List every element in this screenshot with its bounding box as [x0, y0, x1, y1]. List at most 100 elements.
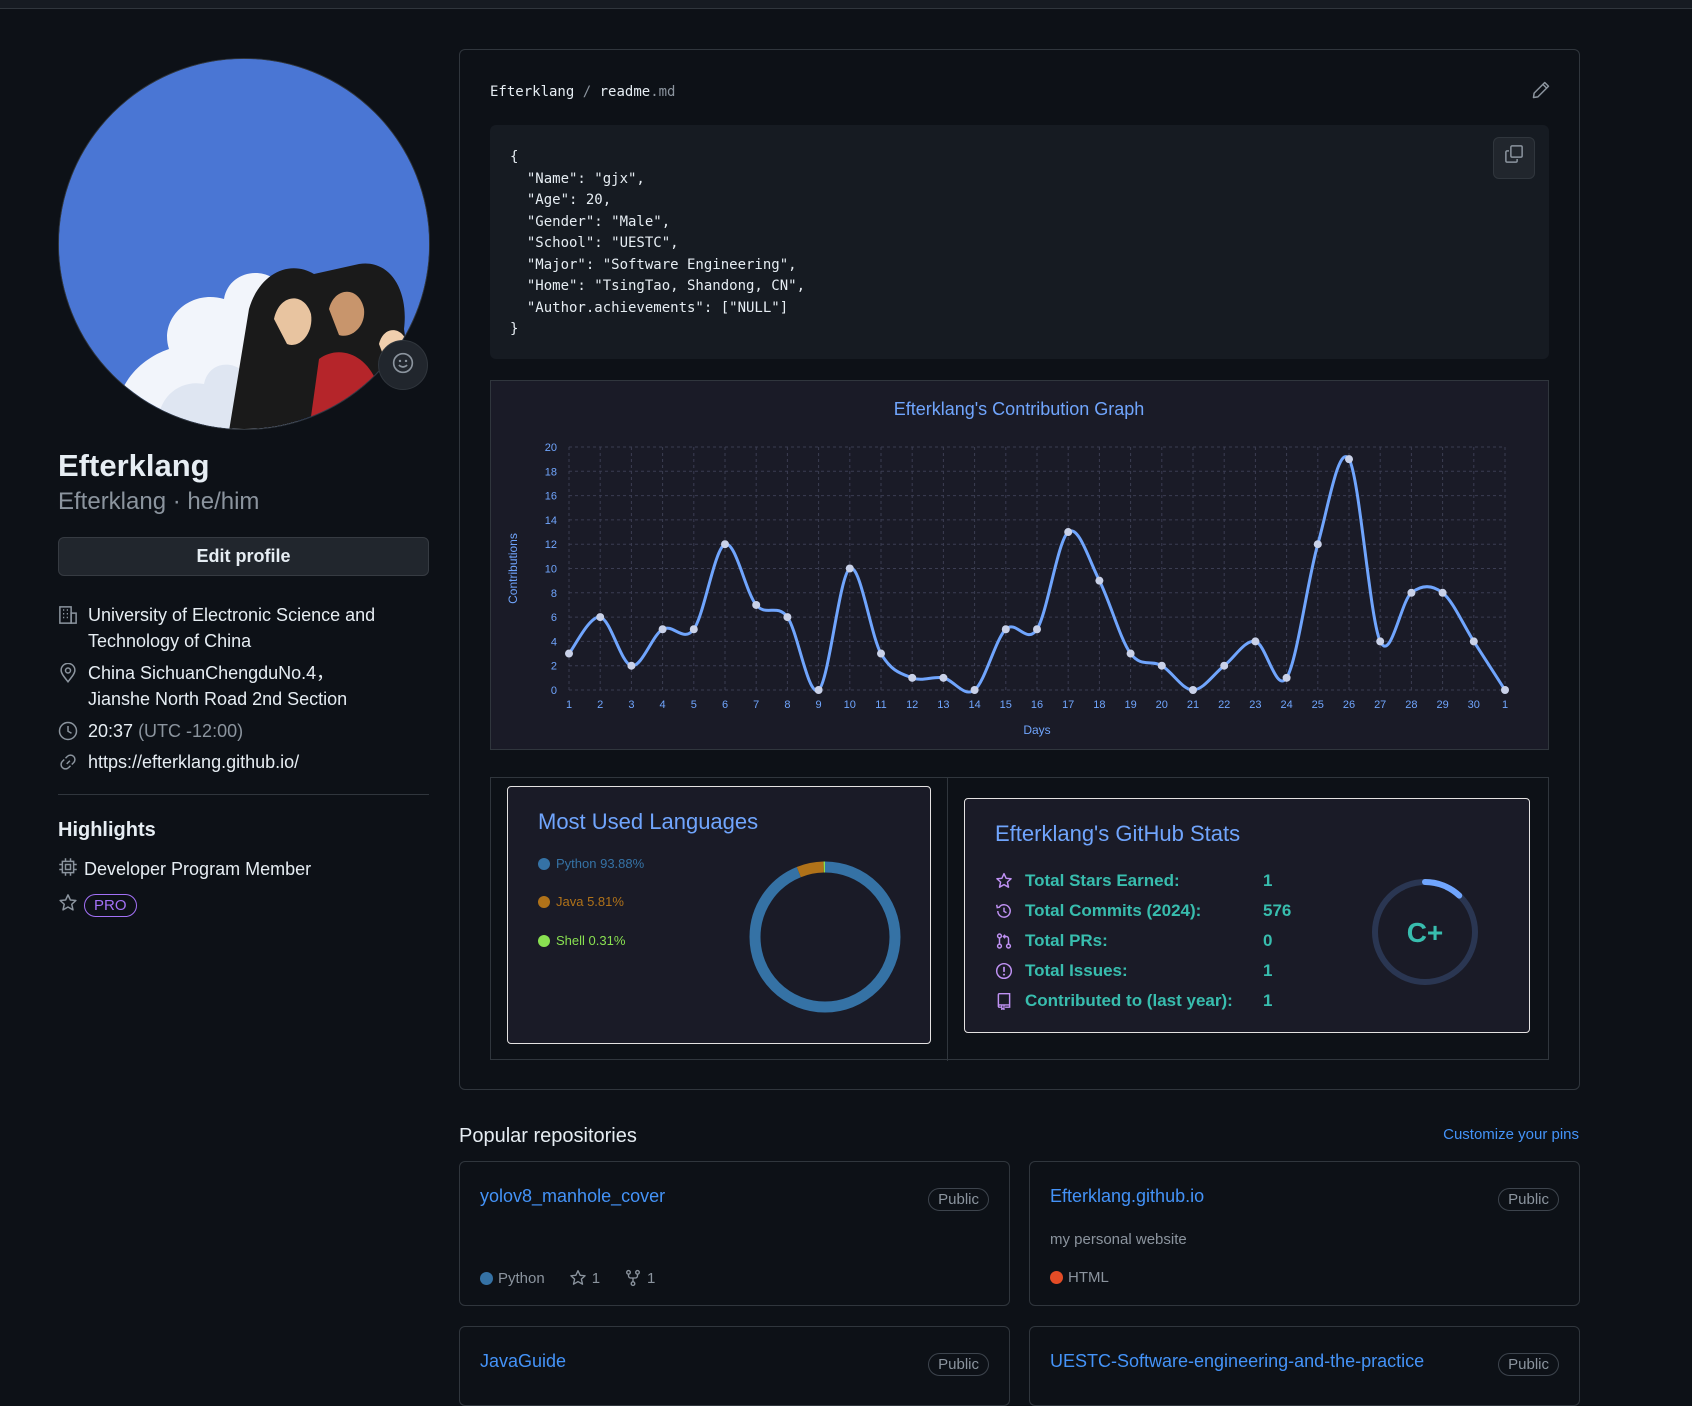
data-point: [1095, 576, 1104, 585]
forks-count: 1: [647, 1269, 656, 1287]
website-link[interactable]: https://efterklang.github.io/: [88, 749, 299, 779]
data-point: [596, 613, 605, 622]
x-tick-label: 30: [1468, 699, 1480, 711]
data-point: [1407, 588, 1416, 597]
x-tick-label: 28: [1405, 699, 1417, 711]
timezone: (UTC -12:00): [138, 721, 244, 741]
stat-label: Total Issues:: [1025, 961, 1128, 980]
star-icon: [995, 872, 1017, 890]
lang-python: Python 93.88%: [538, 856, 644, 871]
copy-code-button[interactable]: [1493, 137, 1535, 179]
pro-badge[interactable]: PRO: [84, 894, 137, 917]
code-line: "School": "UESTC",: [510, 235, 679, 251]
clock-icon: [58, 718, 88, 748]
y-tick-label: 6: [551, 612, 557, 624]
stat-prs: Total PRs: 0: [995, 931, 1272, 951]
x-tick-label: 19: [1124, 699, 1136, 711]
edit-profile-button[interactable]: Edit profile: [58, 537, 429, 576]
readme-code-block: { "Name": "gjx", "Age": 20, "Gender": "M…: [490, 125, 1549, 359]
language-name: Python: [498, 1269, 545, 1287]
visibility-badge: Public: [1498, 1353, 1559, 1376]
repo-language: HTML: [1050, 1269, 1109, 1286]
github-stats-card: Efterklang's GitHub Stats Total Stars Ea…: [964, 798, 1530, 1033]
rank-letter: C+: [1407, 917, 1444, 948]
x-tick-label: 23: [1249, 699, 1261, 711]
data-point: [845, 564, 854, 573]
x-tick-label: 2: [597, 699, 603, 711]
readme-file-ext: .md: [650, 84, 676, 100]
repo-name-link[interactable]: yolov8_manhole_cover: [480, 1186, 665, 1207]
code-line: "Name": "gjx",: [510, 170, 645, 187]
rank-ring: C+: [1370, 877, 1480, 992]
code-line: "Gender": "Male",: [510, 213, 671, 230]
repo-name-link[interactable]: JavaGuide: [480, 1351, 566, 1372]
highlight-developer-program[interactable]: Developer Program Member: [58, 857, 311, 882]
x-tick-label: 9: [816, 699, 822, 711]
x-tick-label: 10: [844, 699, 856, 711]
stats-separator: [947, 778, 948, 1061]
repo-name-link[interactable]: Efterklang.github.io: [1050, 1186, 1204, 1207]
data-point: [1438, 588, 1447, 597]
x-tick-label: 7: [753, 699, 759, 711]
code-line: }: [510, 321, 519, 337]
data-point: [908, 673, 917, 682]
stars-count: 1: [591, 1269, 601, 1287]
y-tick-label: 20: [545, 442, 557, 454]
x-tick-label: 17: [1062, 699, 1074, 711]
pr-icon: [995, 932, 1017, 950]
data-point: [689, 625, 698, 634]
code-line: "Home": "TsingTao, Shandong, CN",: [510, 278, 806, 294]
organization-text: University of Electronic Science and Tec…: [88, 605, 376, 651]
visibility-badge: Public: [1498, 1188, 1559, 1211]
lang-label: Python 93.88%: [556, 856, 645, 871]
x-tick-label: 27: [1374, 699, 1386, 711]
highlights-heading: Highlights: [58, 819, 156, 841]
y-axis-label: Contributions: [506, 533, 520, 604]
repo-stars[interactable]: 1: [569, 1269, 600, 1287]
y-tick-label: 18: [545, 466, 557, 478]
languages-donut: [749, 861, 901, 1013]
language-dot: [480, 1271, 493, 1285]
lang-dot: [538, 895, 550, 908]
customize-pins-link[interactable]: Customize your pins: [1443, 1126, 1579, 1143]
avatar[interactable]: [58, 58, 430, 430]
readme-owner-link[interactable]: Efterklang: [490, 84, 574, 100]
highlight-member-label: Developer Program Member: [84, 859, 312, 879]
readme-file-link[interactable]: readme: [600, 84, 651, 100]
set-status-button[interactable]: [378, 340, 428, 390]
repo-description: my personal website: [1050, 1231, 1187, 1248]
edit-readme-button[interactable]: [1531, 80, 1551, 105]
star-icon: [569, 1270, 586, 1285]
vcard-website[interactable]: https://efterklang.github.io/: [58, 749, 299, 779]
x-tick-label: 12: [906, 699, 918, 711]
data-point: [752, 600, 761, 609]
history-icon: [995, 902, 1017, 920]
y-tick-label: 0: [551, 685, 557, 697]
location-text: China SichuanChengduNo.4， Jianshe North …: [88, 663, 348, 709]
x-tick-label: 6: [722, 699, 728, 711]
popular-repos-title: Popular repositories: [459, 1125, 637, 1147]
repo-card: Efterklang.github.io Public my personal …: [1029, 1161, 1580, 1306]
stat-value: 576: [1263, 901, 1292, 920]
stat-value: 1: [1263, 871, 1273, 890]
languages-title: Most Used Languages: [538, 809, 759, 834]
stat-label: Total Commits (2024):: [1025, 901, 1202, 920]
vcard-organization: University of Electronic Science and Tec…: [58, 602, 429, 654]
data-point: [1376, 637, 1385, 646]
stat-contributed: Contributed to (last year): 1: [995, 991, 1272, 1011]
repo-forks[interactable]: 1: [624, 1269, 655, 1287]
repo-name-link[interactable]: UESTC-Software-engineering-and-the-pract…: [1050, 1351, 1424, 1372]
rank-progress: C+: [1372, 879, 1478, 985]
x-tick-label: 1: [1502, 699, 1508, 711]
stats-row: Most Used Languages Python 93.88% Java 5…: [490, 777, 1549, 1061]
organization-icon: [58, 602, 88, 654]
vcard-location: China SichuanChengduNo.4， Jianshe North …: [58, 660, 429, 712]
lang-label: Java 5.81%: [556, 894, 624, 909]
data-point: [1251, 637, 1260, 646]
location-icon: [58, 660, 88, 712]
vcard-localtime: 20:37 (UTC -12:00): [58, 718, 243, 748]
contribution-graph: Efterklang's Contribution Graph024681012…: [506, 399, 1509, 737]
data-point: [1282, 673, 1291, 682]
stat-value: 0: [1263, 931, 1273, 950]
data-point: [1001, 625, 1010, 634]
